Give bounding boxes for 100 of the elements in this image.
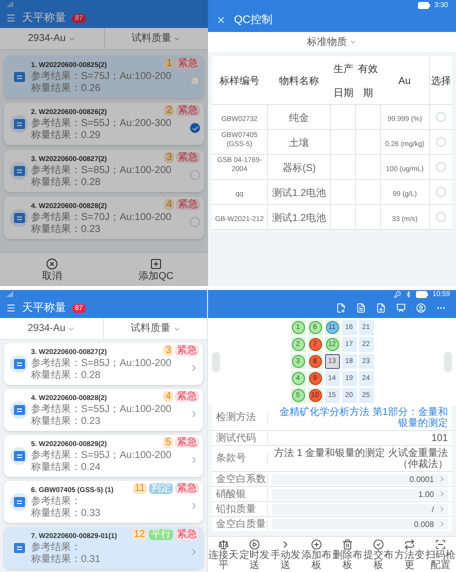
chevron-right-icon	[445, 358, 451, 364]
toolbar-button[interactable]: 手动发送	[270, 537, 301, 572]
play-icon	[249, 539, 260, 550]
action-button[interactable]: 添加QC	[104, 253, 208, 286]
filter-dropdown[interactable]: 试料质量	[103, 318, 207, 339]
column-header: 选择	[430, 76, 451, 87]
filter-dropdown[interactable]: 2934-Au	[0, 318, 103, 339]
bluetooth-icon	[405, 291, 412, 298]
reference-result: 参考结果：	[31, 542, 81, 554]
tag: 1	[164, 58, 174, 69]
plus-circle-icon	[311, 539, 322, 550]
document-icon	[10, 447, 28, 465]
document-icon	[10, 355, 28, 373]
file-download-icon[interactable]	[376, 303, 386, 313]
scanner-icon	[435, 539, 446, 550]
reference-result: 参考结果：S=95J；Au:100-200	[31, 450, 172, 462]
tag: 3	[163, 345, 173, 356]
radio-button[interactable]	[436, 136, 446, 147]
trash-icon	[342, 539, 353, 550]
toolbar-button[interactable]: 删除布板	[332, 537, 363, 572]
toolbar-button[interactable]: 提交布板	[363, 537, 394, 572]
tag: 紧急	[175, 345, 199, 356]
value-field[interactable]: 0.0001	[272, 474, 448, 484]
checkbox[interactable]	[190, 170, 200, 180]
checkbox[interactable]	[190, 76, 200, 86]
signal-icon	[6, 1, 13, 8]
column-header: 生产日期	[333, 64, 354, 99]
cancel-icon	[46, 258, 58, 270]
checkbox[interactable]	[190, 123, 200, 133]
field-label: 金空白质量	[216, 518, 268, 530]
field-value: 方法 1 金量和银量的测定 火试金重量法（仲裁法）	[273, 448, 448, 470]
signal-icon	[6, 291, 13, 298]
tag: 判定	[149, 483, 173, 494]
weighing-result: 称量结果：0.28	[31, 176, 100, 188]
document-icon	[10, 493, 28, 511]
value-field[interactable]: 0.008	[272, 518, 448, 530]
weighing-result: 称量结果：0.31	[31, 554, 100, 566]
tag: 平行	[149, 529, 173, 540]
document-icon	[10, 162, 28, 180]
check-circle-icon	[373, 539, 384, 550]
category-dropdown[interactable]: 标准物质	[307, 34, 357, 50]
value-field[interactable]: 1.00	[272, 488, 448, 500]
field-label: 检测方法	[216, 412, 268, 423]
radio-button[interactable]	[436, 186, 446, 197]
chevron-left-icon	[213, 358, 219, 364]
tag: 紧急	[176, 199, 200, 210]
weighing-result: 称量结果：0.26	[31, 82, 100, 94]
document-icon	[10, 115, 28, 133]
radio-button[interactable]	[436, 212, 446, 222]
tag: 紧急	[175, 437, 199, 448]
filter-dropdown[interactable]: 2934-Au	[0, 28, 104, 49]
weighing-result: 称量结果：0.33	[31, 508, 100, 520]
tag: 紧急	[176, 105, 200, 116]
battery-icon	[416, 291, 428, 298]
toolbar-button[interactable]: 添加布板	[301, 537, 332, 572]
menu-icon[interactable]	[6, 303, 16, 313]
action-button[interactable]: 取消	[0, 253, 104, 286]
repeat-icon	[404, 539, 415, 550]
menu-icon[interactable]	[6, 13, 16, 23]
scale-icon	[218, 539, 229, 550]
checkbox[interactable]	[190, 217, 200, 227]
document-icon	[10, 209, 28, 227]
tag: 2	[164, 105, 174, 116]
toolbar-button[interactable]: 定时发送	[239, 537, 270, 572]
close-icon[interactable]	[216, 15, 226, 25]
method-link[interactable]: 金精矿化学分析方法 第1部分：金量和银量的测定	[272, 406, 448, 428]
radio-button[interactable]	[436, 162, 446, 172]
tag: 紧急	[175, 483, 199, 494]
radio-button[interactable]	[436, 112, 446, 122]
toolbar-button[interactable]: 方法变更	[394, 537, 425, 572]
column-header: 标样编号	[220, 76, 260, 87]
column-header: 有效期	[358, 64, 378, 99]
user-icon[interactable]	[416, 303, 426, 313]
reference-result: 参考结果：S=70J；Au:100-200	[31, 212, 172, 224]
field-label: 硝酸银	[216, 488, 268, 500]
document-icon	[10, 539, 28, 557]
table-cell: 测试1.2电池	[272, 188, 326, 199]
toolbar-button[interactable]: 扫码枪配置	[425, 537, 456, 572]
table-cell: 纯金	[289, 113, 310, 124]
value-field[interactable]: /	[272, 504, 448, 514]
dialog-title: QC控制	[234, 14, 272, 26]
tag: 11	[132, 483, 147, 494]
reference-result: 参考结果：S=75J；Au:100-200	[31, 70, 172, 82]
field-value: 101	[430, 432, 448, 444]
weighing-result: 称量结果：0.23	[31, 416, 100, 428]
battery-icon	[418, 2, 430, 8]
file-plus-icon[interactable]	[336, 303, 346, 313]
table-cell: 土壤	[289, 138, 310, 149]
weighing-result: 称量结果：0.29	[31, 130, 100, 142]
presentation-icon[interactable]	[396, 303, 406, 313]
toolbar-button[interactable]: 连接天平	[208, 537, 239, 572]
document-icon	[10, 68, 28, 86]
document-icon[interactable]	[356, 303, 366, 313]
tag: 4	[164, 199, 174, 210]
field-label: 金空白系数	[216, 474, 268, 484]
weighing-result: 称量结果：0.24	[31, 462, 100, 474]
tag: 4	[163, 391, 173, 402]
reference-result: 参考结果：S=85J；Au:100-200	[31, 164, 172, 176]
tag: 紧急	[175, 391, 199, 402]
reference-result: 参考结果：S=55J；Au:200-300	[31, 118, 172, 130]
